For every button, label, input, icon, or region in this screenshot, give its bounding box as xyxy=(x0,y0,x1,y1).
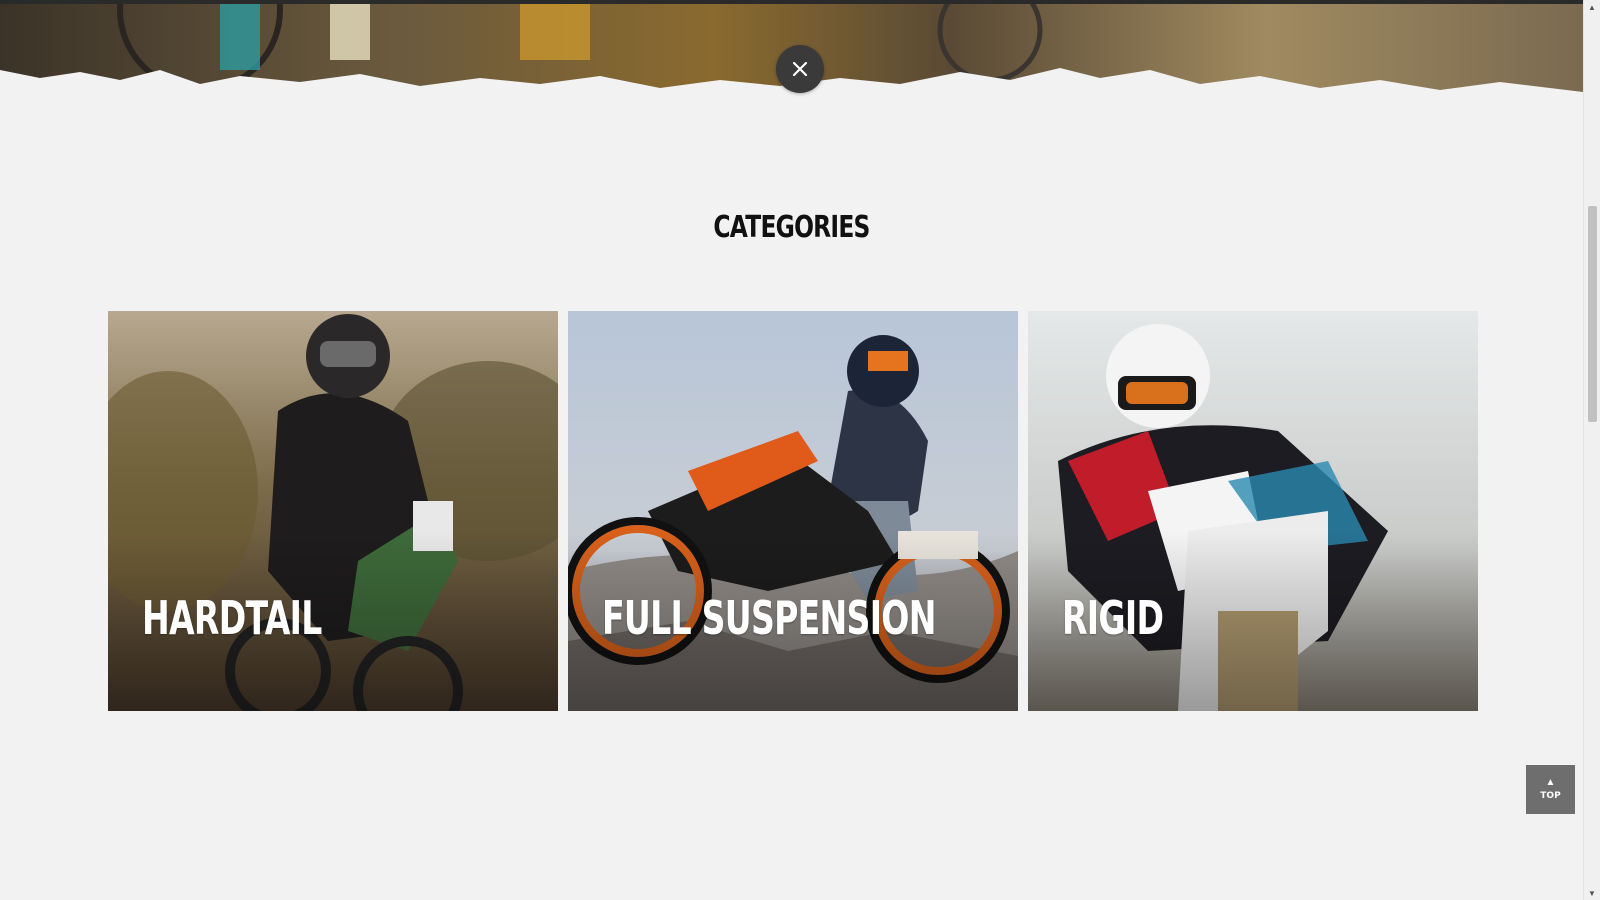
close-button[interactable] xyxy=(776,45,824,93)
category-card-hardtail[interactable]: HARDTAIL xyxy=(108,311,558,711)
category-grid: HARDTAIL FULL SUSPENSION RIGID xyxy=(108,311,1478,711)
category-label: RIGID xyxy=(1062,591,1164,645)
back-to-top-label: TOP xyxy=(1540,791,1561,801)
category-card-rigid[interactable]: RIGID xyxy=(1028,311,1478,711)
scroll-up-arrow-icon[interactable]: ▲ xyxy=(1584,0,1600,14)
category-card-full-suspension[interactable]: FULL SUSPENSION xyxy=(568,311,1018,711)
category-label: HARDTAIL xyxy=(142,591,322,645)
scroll-thumb[interactable] xyxy=(1588,206,1597,422)
vertical-scrollbar[interactable]: ▲ ▼ xyxy=(1583,0,1600,900)
scroll-down-arrow-icon[interactable]: ▼ xyxy=(1584,886,1600,900)
section-title: CATEGORIES xyxy=(713,210,870,245)
page: CATEGORIES HARDTAIL FULL SUSPENSION RIGI… xyxy=(0,0,1600,900)
top-border xyxy=(0,0,1583,4)
close-icon xyxy=(792,61,808,77)
category-label: FULL SUSPENSION xyxy=(602,591,936,645)
back-to-top-button[interactable]: ▲ TOP xyxy=(1526,765,1575,814)
chevron-up-icon: ▲ xyxy=(1545,777,1556,788)
